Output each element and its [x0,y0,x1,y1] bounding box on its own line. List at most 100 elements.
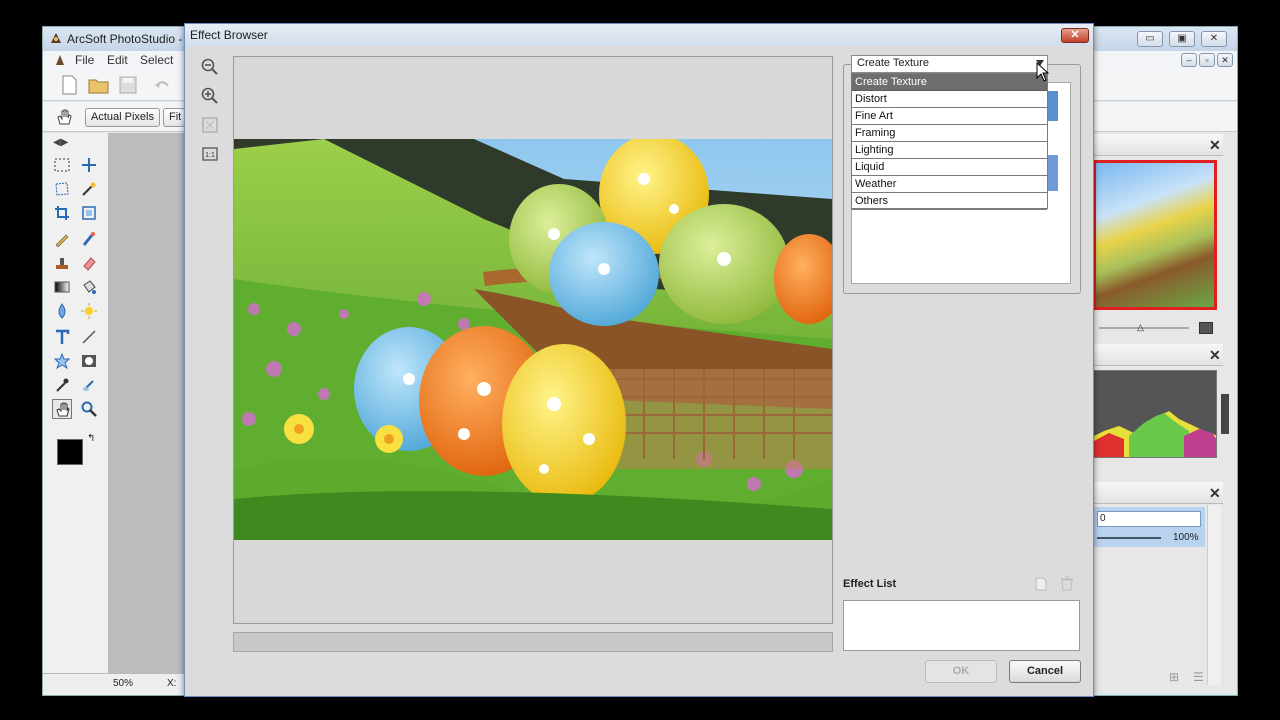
navigator-panel-header: ✕ [1093,134,1223,156]
histogram-graph [1093,370,1217,458]
shape-tool-icon[interactable] [52,351,72,371]
dialog-titlebar: Effect Browser ✕ [185,24,1093,46]
menu-file[interactable]: File [75,53,94,67]
effect-list-label: Effect List [843,578,897,590]
line-tool-icon[interactable] [79,327,99,347]
new-layer-icon[interactable]: ⊞ [1169,670,1179,684]
fit-button[interactable]: Fit [163,108,185,127]
pencil-tool-icon[interactable] [52,229,72,249]
foreground-color-swatch[interactable] [57,439,83,465]
opacity-percent: 100% [1173,532,1199,543]
workspace-background [109,133,185,673]
move-tool-icon[interactable] [79,155,99,175]
category-option-others[interactable]: Others [852,193,1047,210]
navigator-close-icon[interactable]: ✕ [1209,137,1221,154]
navigator-thumbnail[interactable] [1093,160,1217,310]
marquee-tool-icon[interactable] [52,155,72,175]
fit-window-icon[interactable] [199,114,221,136]
gradient-tool-icon[interactable] [52,277,72,297]
smudge-tool-icon[interactable] [79,375,99,395]
menu-select[interactable]: Select [140,53,173,67]
ok-button[interactable]: OK [925,660,997,683]
open-folder-icon[interactable] [88,75,110,95]
coordinate-readout: X: [167,678,177,689]
brightness-tool-icon[interactable] [79,301,99,321]
brush-tool-icon[interactable] [79,229,99,249]
app-menu-icon[interactable] [53,53,67,67]
opacity-input[interactable]: 0 [1097,511,1201,527]
layers-scrollbar[interactable] [1207,505,1221,685]
category-option-lighting[interactable]: Lighting [852,142,1047,159]
panel-expand-handle[interactable] [1221,394,1229,434]
zoom-level: 50% [113,678,134,689]
doc-close-button[interactable]: ✕ [1217,53,1233,67]
menu-edit[interactable]: Edit [107,53,128,67]
frame-tool-icon[interactable] [79,351,99,371]
category-option-weather[interactable]: Weather [852,176,1047,193]
effect-list-box[interactable] [843,600,1080,651]
new-document-icon[interactable] [1035,577,1047,591]
category-dropdown-value: Create Texture [857,57,929,69]
doc-minimize-button[interactable]: – [1181,53,1197,67]
paint-bucket-icon[interactable] [79,277,99,297]
text-tool-icon[interactable] [52,327,72,347]
zoom-out-icon[interactable] [199,56,221,78]
thumbnail-edge [1048,91,1058,121]
app-title: ArcSoft PhotoStudio - [67,32,183,46]
preview-image[interactable] [234,139,832,540]
category-option-fine-art[interactable]: Fine Art [852,108,1047,125]
navigator-zoom-in-icon[interactable] [1199,322,1213,334]
category-dropdown[interactable]: Create Texture [851,55,1048,73]
category-option-liquid[interactable]: Liquid [852,159,1047,176]
toolbox: ◀▶ ↰ [43,133,109,673]
thumbnail-edge [1048,155,1058,191]
right-panels: ✕ △ ✕ ✕ 0 100% ⊞ ☰ [1093,132,1237,692]
hand-tool-icon [57,109,72,125]
clone-stamp-icon[interactable] [52,253,72,273]
maximize-button[interactable]: ▣ [1169,31,1195,47]
svg-text:1:1: 1:1 [205,152,215,159]
eraser-tool-icon[interactable] [79,253,99,273]
trash-icon[interactable] [1060,576,1074,591]
undo-icon[interactable] [153,77,171,93]
crop-tool-icon[interactable] [52,203,72,223]
mouse-cursor-icon [1036,62,1050,82]
progress-bar [233,632,833,652]
layers-panel-header: ✕ [1093,482,1223,504]
zoom-in-icon[interactable] [199,85,221,107]
effect-browser-dialog: Effect Browser ✕ 1:1 Create Texture Crea… [184,23,1094,697]
opacity-slider[interactable] [1097,537,1161,539]
dialog-title: Effect Browser [190,28,268,42]
layer-row[interactable]: 0 100% [1093,507,1205,547]
actual-size-icon[interactable]: 1:1 [199,143,221,165]
toolbox-collapse-icon[interactable]: ◀▶ [53,137,68,148]
navigator-zoom-slider[interactable] [1099,327,1189,329]
layers-close-icon[interactable]: ✕ [1209,485,1221,502]
blur-tool-icon[interactable] [52,301,72,321]
eyedropper-tool-icon[interactable] [52,375,72,395]
cancel-button[interactable]: Cancel [1009,660,1081,683]
effect-preview-area [233,56,833,624]
histogram-close-icon[interactable]: ✕ [1209,347,1221,364]
swap-colors-icon[interactable]: ↰ [87,433,95,444]
new-document-icon[interactable] [60,75,78,95]
doc-restore-button[interactable]: ▫ [1199,53,1215,67]
histogram-panel-header: ✕ [1093,344,1223,366]
window-close-button[interactable]: ✕ [1201,31,1227,47]
navigator-slider-thumb-icon[interactable]: △ [1137,322,1144,333]
category-option-framing[interactable]: Framing [852,125,1047,142]
category-dropdown-list: Create Texture Distort Fine Art Framing … [851,73,1048,210]
dialog-close-button[interactable]: ✕ [1061,28,1089,43]
zoom-tool-icon[interactable] [79,399,99,419]
lasso-tool-icon[interactable] [52,179,72,199]
category-option-create-texture[interactable]: Create Texture [852,74,1047,91]
app-logo-icon [51,33,61,43]
actual-pixels-button[interactable]: Actual Pixels [85,108,160,127]
magic-wand-icon[interactable] [79,179,99,199]
layer-options-icon[interactable]: ☰ [1193,670,1204,684]
hand-tool-selected-icon[interactable] [52,399,72,419]
category-option-distort[interactable]: Distort [852,91,1047,108]
save-icon[interactable] [119,75,137,95]
transform-tool-icon[interactable] [79,203,99,223]
minimize-button[interactable]: ▭ [1137,31,1163,47]
